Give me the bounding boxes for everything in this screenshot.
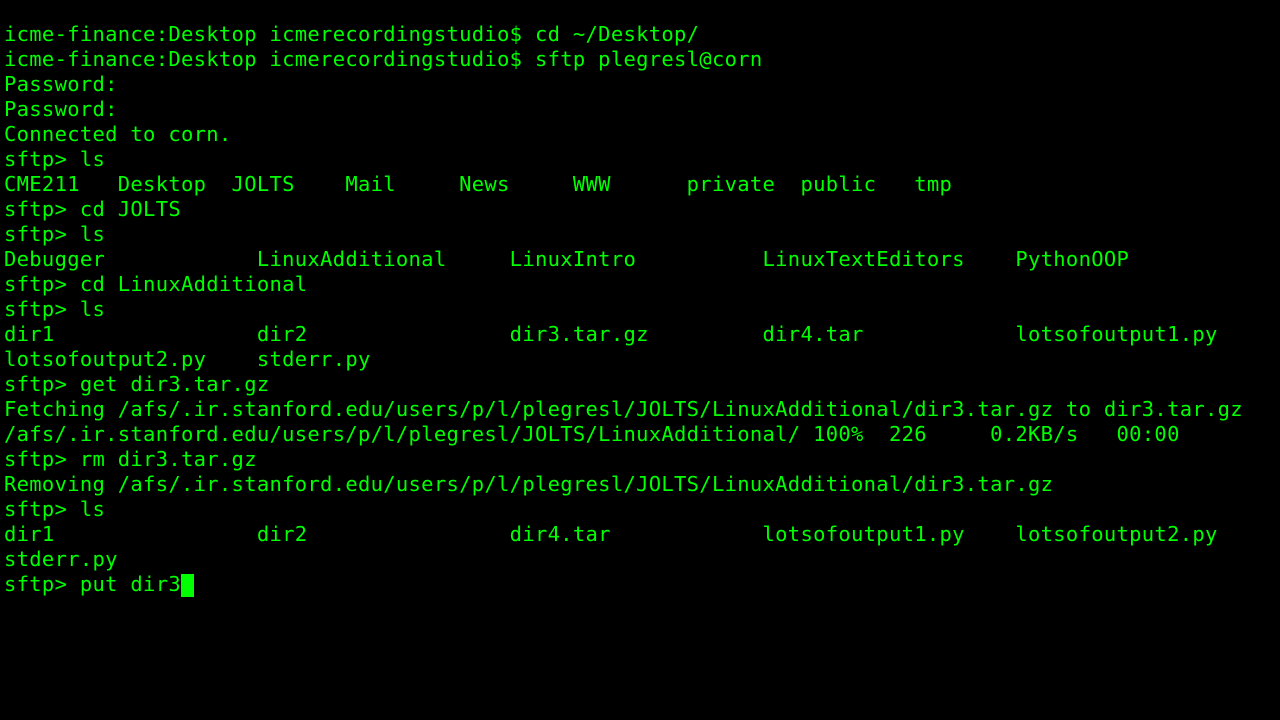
terminal-line: CME211 Desktop JOLTS Mail News WWW priva… <box>4 172 1276 197</box>
command-input-text: sftp> put dir3 <box>4 572 181 596</box>
terminal-line: lotsofoutput2.py stderr.py <box>4 347 1276 372</box>
terminal-line: sftp> rm dir3.tar.gz <box>4 447 1276 472</box>
terminal-line: Password: <box>4 97 1276 122</box>
terminal-line: dir1 dir2 dir3.tar.gz dir4.tar lotsofout… <box>4 322 1276 347</box>
terminal-line: stderr.py <box>4 547 1276 572</box>
terminal-line: sftp> ls <box>4 147 1276 172</box>
terminal-line: sftp> ls <box>4 222 1276 247</box>
terminal-line: Debugger LinuxAdditional LinuxIntro Linu… <box>4 247 1276 272</box>
cursor-icon <box>181 574 194 597</box>
terminal-line: icme-finance:Desktop icmerecordingstudio… <box>4 47 1276 72</box>
terminal-line: dir1 dir2 dir4.tar lotsofoutput1.py lots… <box>4 522 1276 547</box>
terminal-line: sftp> cd LinuxAdditional <box>4 272 1276 297</box>
terminal-line: sftp> ls <box>4 297 1276 322</box>
terminal-line: icme-finance:Desktop icmerecordingstudio… <box>4 22 1276 47</box>
terminal-line: Fetching /afs/.ir.stanford.edu/users/p/l… <box>4 397 1276 422</box>
terminal-line: sftp> cd JOLTS <box>4 197 1276 222</box>
terminal-line: Removing /afs/.ir.stanford.edu/users/p/l… <box>4 472 1276 497</box>
terminal-line: Password: <box>4 72 1276 97</box>
terminal-line: /afs/.ir.stanford.edu/users/p/l/plegresl… <box>4 422 1276 447</box>
terminal-current-line[interactable]: sftp> put dir3 <box>4 572 1276 597</box>
terminal-line: sftp> ls <box>4 497 1276 522</box>
terminal-window[interactable]: icme-finance:Desktop icmerecordingstudio… <box>0 0 1280 601</box>
terminal-line: sftp> get dir3.tar.gz <box>4 372 1276 397</box>
terminal-line: Connected to corn. <box>4 122 1276 147</box>
